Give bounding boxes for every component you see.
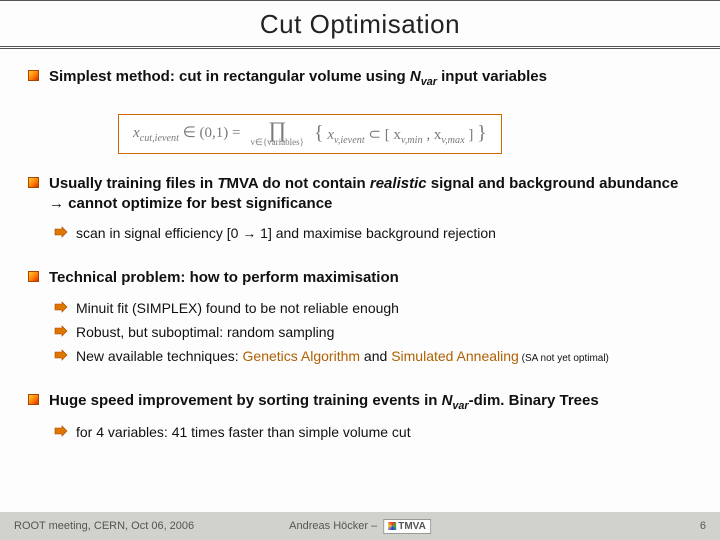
arrow-icon — [54, 300, 68, 318]
subbullet-text: scan in signal efficiency [0 → 1] and ma… — [76, 224, 496, 242]
slide-title: Cut Optimisation — [0, 9, 720, 40]
logo-icon — [388, 522, 396, 530]
bullet-speed-improvement: Huge speed improvement by sorting traini… — [28, 391, 692, 414]
subbullet-minuit: Minuit fit (SIMPLEX) found to be not rel… — [54, 299, 692, 318]
bullet-training-files: Usually training files in TMVA do not co… — [28, 174, 692, 215]
bullet-icon — [28, 394, 39, 405]
footer-center: Andreas Höcker – TMVA — [289, 519, 431, 534]
bullet-text: Simplest method: cut in rectangular volu… — [49, 67, 547, 90]
arrow-icon — [54, 324, 68, 342]
subbullet-random-sampling: Robust, but suboptimal: random sampling — [54, 323, 692, 342]
subbullet-text: for 4 variables: 41 times faster than si… — [76, 423, 411, 441]
tmva-logo: TMVA — [383, 519, 431, 534]
subbullet-41-times: for 4 variables: 41 times faster than si… — [54, 423, 692, 442]
bullet-text: Usually training files in TMVA do not co… — [49, 174, 692, 215]
bullet-text: Technical problem: how to perform maximi… — [49, 268, 399, 288]
formula-lhs: xcut,ievent ∈ (0,1) = — [133, 123, 241, 144]
bullet-simplest-method: Simplest method: cut in rectangular volu… — [28, 67, 692, 90]
subbullet-text: Minuit fit (SIMPLEX) found to be not rel… — [76, 299, 399, 317]
subbullet-scan-efficiency: scan in signal efficiency [0 → 1] and ma… — [54, 224, 692, 243]
subbullet-text: New available techniques: Genetics Algor… — [76, 347, 609, 365]
slide-content: Simplest method: cut in rectangular volu… — [0, 49, 720, 442]
subbullet-new-techniques: New available techniques: Genetics Algor… — [54, 347, 692, 366]
formula-rhs: { xv,ievent ⊂ [ xv,min , xv,max ] } — [314, 122, 487, 146]
title-bar: Cut Optimisation — [0, 0, 720, 49]
arrow-icon — [54, 348, 68, 366]
bullet-icon — [28, 271, 39, 282]
arrow-icon — [54, 424, 68, 442]
bullet-technical-problem: Technical problem: how to perform maximi… — [28, 268, 692, 288]
arrow-icon — [54, 225, 68, 243]
footer-author: Andreas Höcker – — [289, 520, 377, 532]
subbullet-text: Robust, but suboptimal: random sampling — [76, 323, 334, 341]
footer-bar: ROOT meeting, CERN, Oct 06, 2006 Andreas… — [0, 512, 720, 540]
formula-product: ∏ v∈{variables} — [251, 121, 304, 147]
footer-left: ROOT meeting, CERN, Oct 06, 2006 — [14, 520, 194, 532]
bullet-icon — [28, 177, 39, 188]
bullet-icon — [28, 70, 39, 81]
bullet-text: Huge speed improvement by sorting traini… — [49, 391, 599, 414]
page-number: 6 — [700, 520, 706, 532]
formula-box: xcut,ievent ∈ (0,1) = ∏ v∈{variables} { … — [118, 114, 502, 154]
